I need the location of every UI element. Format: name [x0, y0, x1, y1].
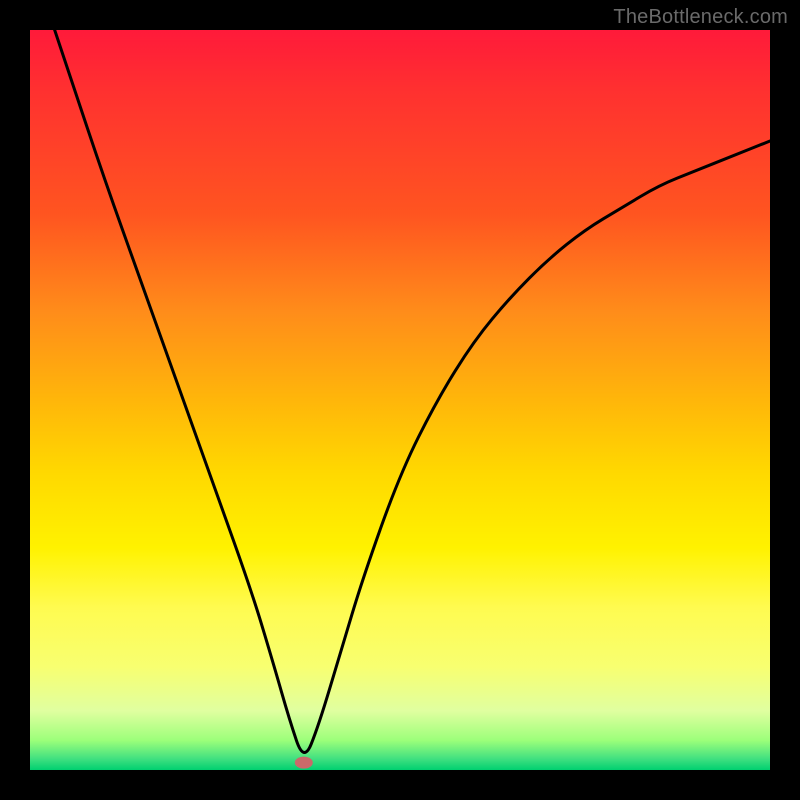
watermark-text: TheBottleneck.com [613, 6, 788, 29]
chart-area [30, 30, 770, 770]
bottleneck-curve [30, 30, 770, 770]
minimum-marker [295, 757, 313, 769]
